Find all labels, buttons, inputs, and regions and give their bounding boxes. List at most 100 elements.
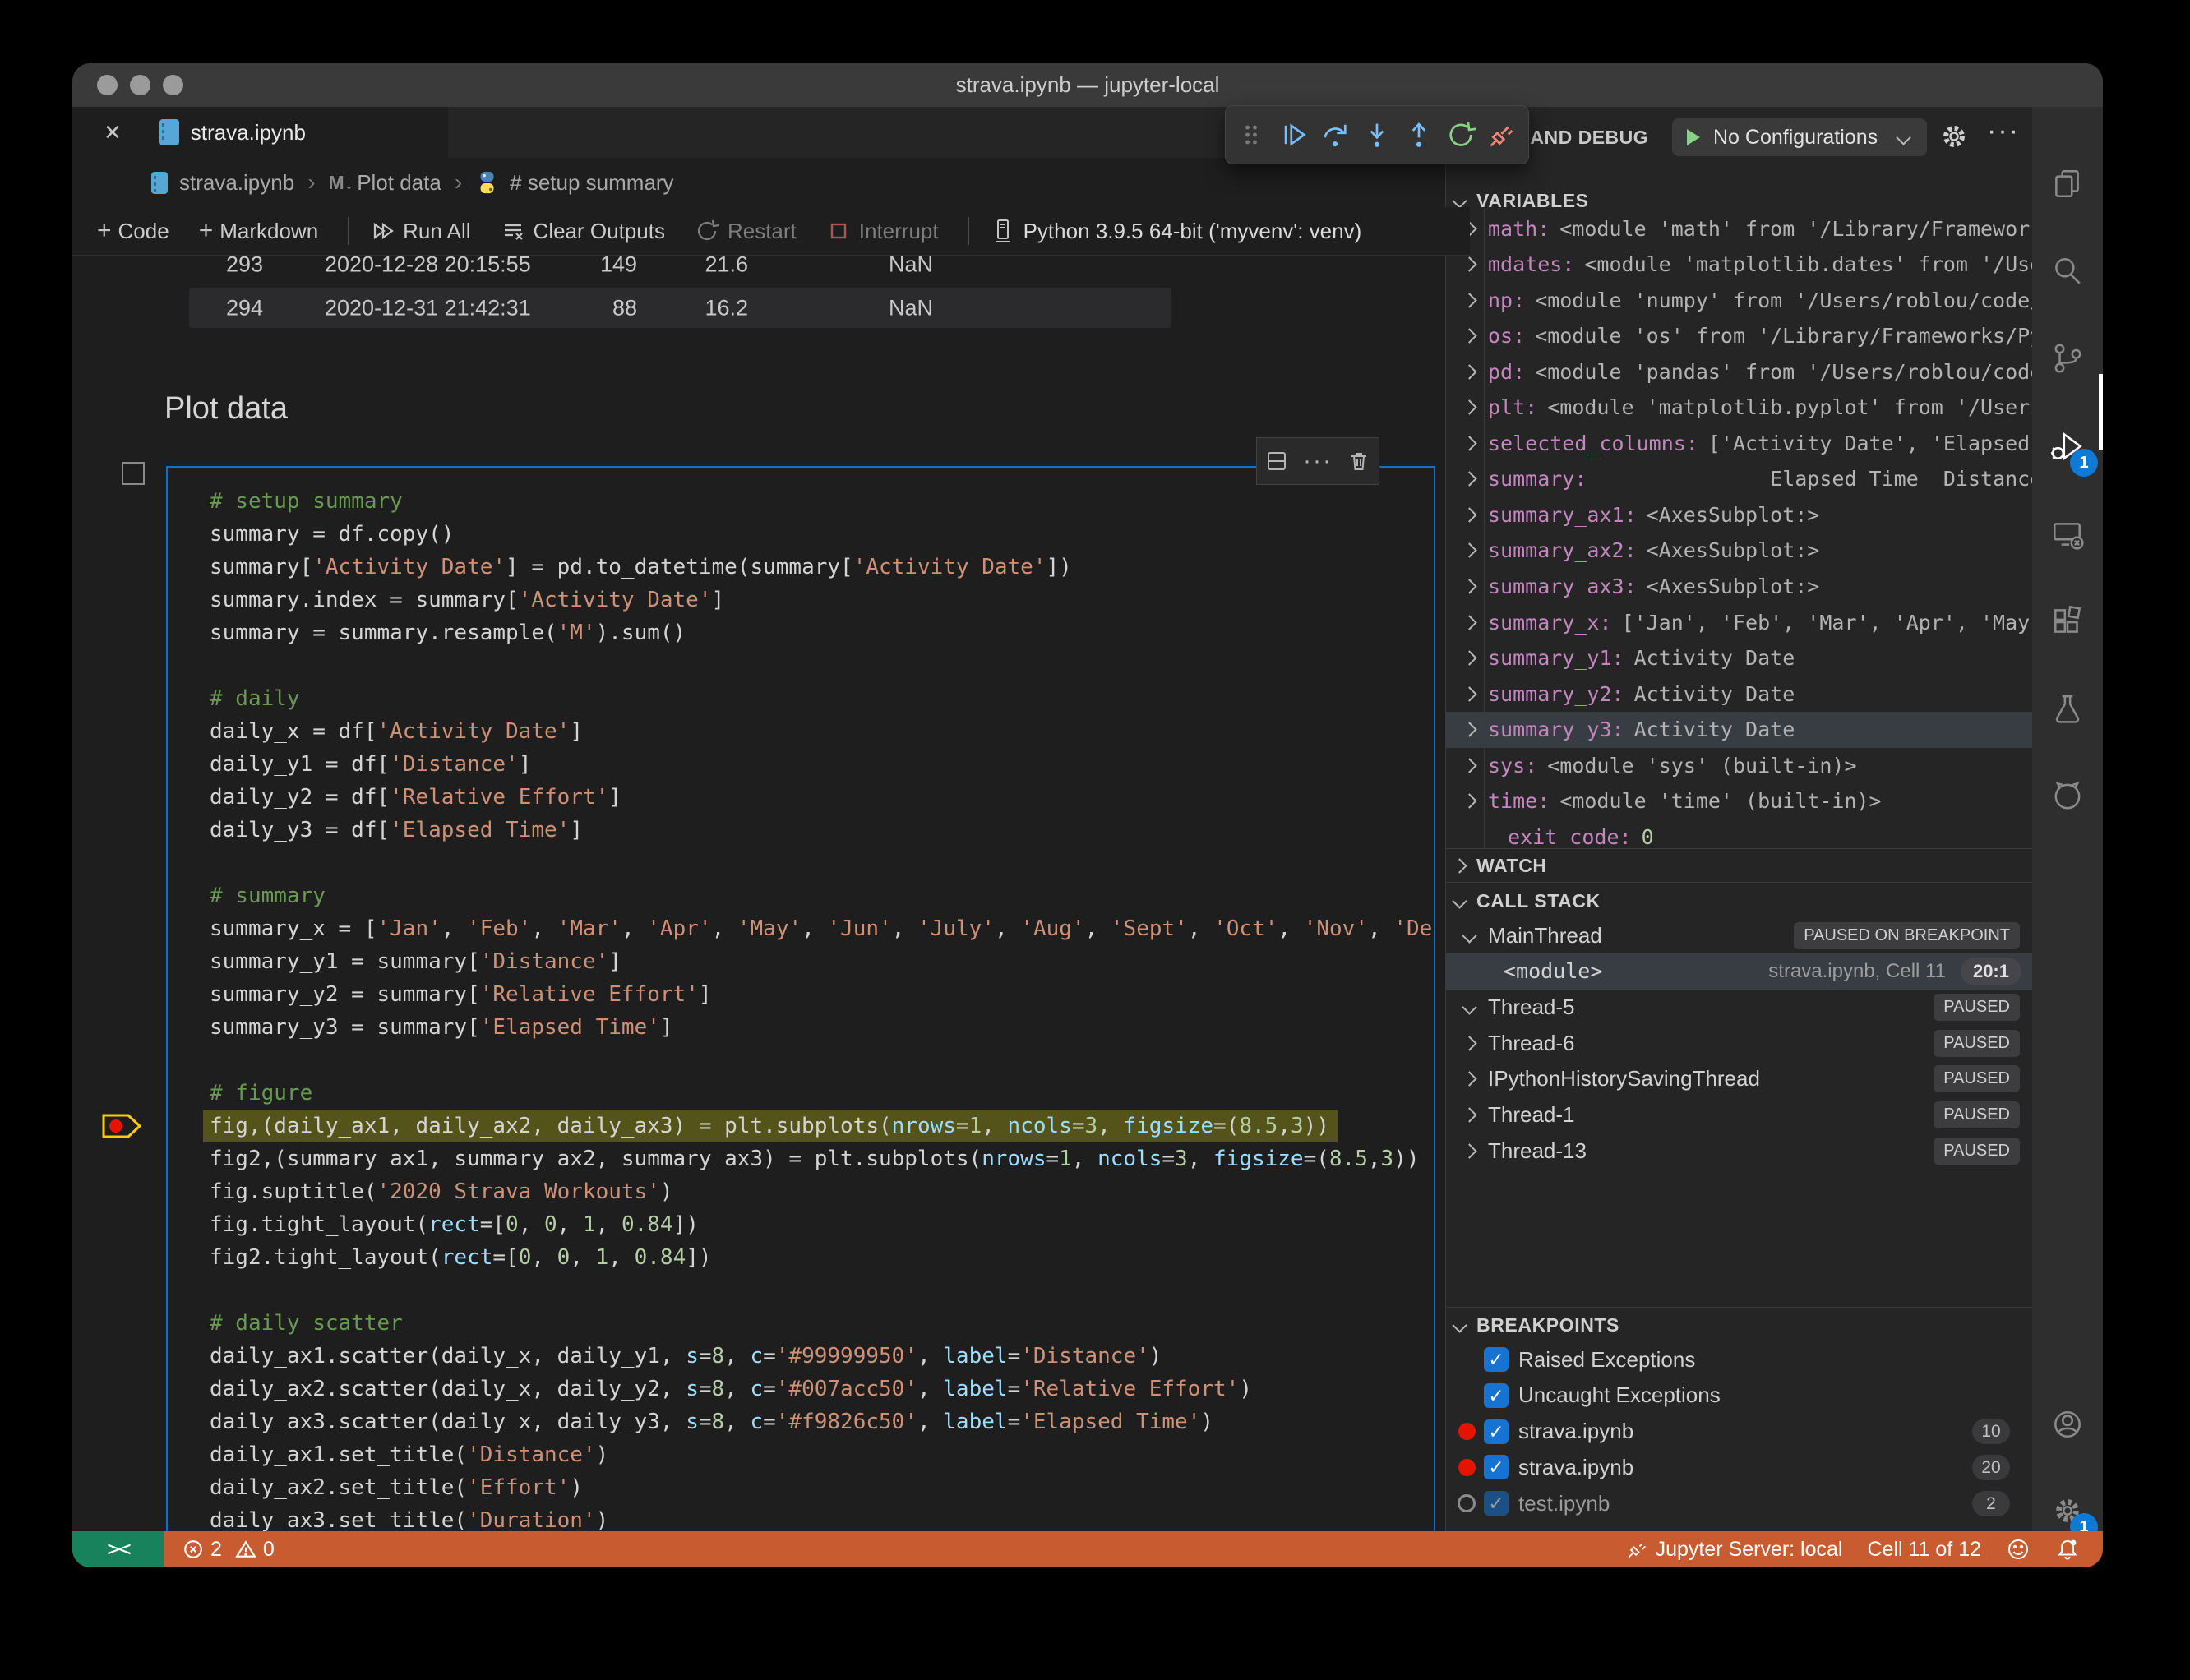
variable-row[interactable]: summary_y2: Activity Date (1446, 676, 2033, 712)
step-over-button[interactable] (1317, 112, 1353, 158)
activity-icon-github[interactable] (2032, 760, 2103, 831)
variable-row[interactable]: summary_y1: Activity Date (1446, 640, 2033, 676)
code-line[interactable]: fig2.tight_layout(rect=[0, 0, 1, 0.84]) (168, 1241, 1432, 1274)
variable-row[interactable]: os: <module 'os' from '/Library/Framework… (1446, 318, 2033, 354)
add-markdown-cell-button[interactable]: + Markdown (199, 217, 318, 245)
variable-row[interactable]: summary_ax2: <AxesSubplot:> (1446, 533, 2033, 569)
variable-row[interactable]: math: <module 'math' from '/Library/Frame… (1446, 210, 2033, 247)
activity-icon-remote-explorer[interactable] (2032, 499, 2103, 570)
restart-button[interactable] (1443, 112, 1479, 158)
run-all-button[interactable]: Run All (370, 219, 471, 244)
code-line[interactable]: daily_ax3.scatter(daily_x, daily_y3, s=8… (168, 1405, 1432, 1438)
code-line[interactable]: summary['Activity Date'] = pd.to_datetim… (168, 551, 1432, 584)
code-line[interactable] (168, 847, 1432, 879)
callstack-thread-row[interactable]: Thread-13 PAUSED (1446, 1133, 2033, 1169)
breakpoint-row[interactable]: ✓ strava.ipynb 10 (1446, 1414, 2033, 1450)
code-editor[interactable]: # setup summary summary = df.copy() summar… (168, 485, 1432, 1531)
activity-icon-account[interactable] (2032, 1389, 2103, 1460)
activity-icon-search[interactable] (2032, 236, 2103, 307)
code-line[interactable] (168, 1274, 1432, 1307)
clear-outputs-button[interactable]: Clear Outputs (501, 219, 665, 244)
code-line[interactable]: # summary (168, 879, 1432, 912)
activity-icon-testing[interactable] (2032, 674, 2103, 745)
code-line[interactable]: fig2,(summary_ax1, summary_ax2, summary_… (168, 1142, 1432, 1175)
code-line[interactable]: fig.suptitle('2020 Strava Workouts') (168, 1175, 1432, 1208)
breakpoint-row[interactable]: ✓ strava.ipynb 20 (1446, 1449, 2033, 1485)
code-line[interactable]: summary_y3 = summary['Elapsed Time'] (168, 1011, 1432, 1044)
cell-indicator[interactable]: Cell 11 of 12 (1867, 1538, 1981, 1562)
disconnect-button[interactable] (1484, 112, 1520, 158)
breakpoint-paused-icon[interactable] (100, 1111, 151, 1141)
gear-icon[interactable] (1938, 120, 1971, 153)
code-line[interactable]: daily_y2 = df['Relative Effort'] (168, 781, 1432, 814)
feedback-button[interactable] (2006, 1537, 2031, 1562)
code-line[interactable]: # figure (168, 1077, 1432, 1110)
breakpoint-checkbox[interactable]: ✓ (1484, 1491, 1509, 1516)
debug-config-dropdown[interactable]: No Configurations (1672, 118, 1927, 156)
breakpoint-row[interactable]: ✓ Uncaught Exceptions (1446, 1378, 2033, 1414)
variable-row[interactable]: plt: <module 'matplotlib.pyplot' from '/U… (1446, 390, 2033, 426)
code-line[interactable]: summary_y1 = summary['Distance'] (168, 945, 1432, 978)
code-line[interactable]: # daily scatter (168, 1307, 1432, 1340)
code-line[interactable]: summary_y2 = summary['Relative Effort'] (168, 978, 1432, 1011)
callstack-frame-row[interactable]: <module> strava.ipynb, Cell 11 20:1 (1446, 953, 2033, 990)
code-line[interactable]: fig,(daily_ax1, daily_ax2, daily_ax3) = … (168, 1110, 1432, 1142)
kernel-picker[interactable]: Python 3.9.5 64-bit ('myvenv': venv) (991, 218, 1361, 244)
code-line[interactable] (168, 649, 1432, 682)
breadcrumb-section[interactable]: Plot data (357, 170, 441, 196)
problems-status[interactable]: 2 0 (182, 1538, 275, 1562)
cell-selection-handle[interactable] (122, 462, 145, 485)
step-out-button[interactable] (1401, 112, 1437, 158)
callstack-thread-row[interactable]: Thread-1 PAUSED (1446, 1097, 2033, 1133)
delete-cell-button[interactable] (1347, 449, 1371, 473)
code-line[interactable]: # setup summary (168, 485, 1432, 518)
code-line[interactable]: summary_x = ['Jan', 'Feb', 'Mar', 'Apr',… (168, 912, 1432, 945)
code-line[interactable]: summary = df.copy() (168, 518, 1432, 551)
section-call-stack[interactable]: CALL STACK (1446, 887, 2033, 915)
breakpoint-checkbox[interactable]: ✓ (1484, 1419, 1509, 1444)
interrupt-kernel-button[interactable]: Interrupt (826, 219, 939, 244)
code-line[interactable]: daily_x = df['Activity Date'] (168, 715, 1432, 748)
add-code-cell-button[interactable]: + Code (97, 217, 169, 245)
code-line[interactable]: daily_ax1.scatter(daily_x, daily_y1, s=8… (168, 1340, 1432, 1373)
breakpoint-checkbox[interactable]: ✓ (1484, 1347, 1509, 1372)
section-watch[interactable]: WATCH (1446, 852, 2033, 879)
code-line[interactable] (168, 1044, 1432, 1077)
code-line[interactable]: daily_ax1.set_title('Distance') (168, 1438, 1432, 1471)
activity-icon-source-control[interactable] (2032, 323, 2103, 394)
variable-row[interactable]: pd: <module 'pandas' from '/Users/roblou/… (1446, 353, 2033, 390)
variable-row[interactable]: summary_ax1: <AxesSubplot:> (1446, 496, 2033, 533)
variable-row[interactable]: _exit_code: 0 (1446, 819, 2033, 848)
code-line[interactable]: daily_ax2.scatter(daily_x, daily_y2, s=8… (168, 1373, 1432, 1405)
code-line[interactable]: daily_ax3.set_title('Duration') (168, 1504, 1432, 1531)
more-actions-button[interactable]: ··· (1303, 447, 1333, 475)
breadcrumb-file[interactable]: strava.ipynb (179, 170, 294, 196)
tab-close-icon[interactable]: ✕ (104, 120, 122, 145)
activity-icon-extensions[interactable] (2032, 586, 2103, 657)
callstack-thread-row[interactable]: MainThread PAUSED ON BREAKPOINT (1446, 917, 2033, 953)
variable-row[interactable]: summary: Elapsed Time Distance… (1446, 461, 2033, 497)
variable-row[interactable]: selected_columns: ['Activity Date', 'Elap… (1446, 425, 2033, 461)
breadcrumb-cell[interactable]: # setup summary (510, 170, 673, 196)
code-line[interactable]: daily_y1 = df['Distance'] (168, 748, 1432, 781)
variable-row[interactable]: np: <module 'numpy' from '/Users/roblou/c… (1446, 282, 2033, 318)
code-line[interactable]: summary = summary.resample('M').sum() (168, 616, 1432, 649)
continue-button[interactable] (1275, 112, 1311, 158)
breakpoint-row[interactable]: ✓ Raised Exceptions (1446, 1341, 2033, 1378)
variable-row[interactable]: time: <module 'time' (built-in)> (1446, 783, 2033, 819)
code-line[interactable]: fig.tight_layout(rect=[0, 0, 1, 0.84]) (168, 1208, 1432, 1241)
variable-row[interactable]: summary_y3: Activity Date (1446, 711, 2033, 748)
variable-row[interactable]: sys: <module 'sys' (built-in)> (1446, 747, 2033, 783)
variable-row[interactable]: mdates: <module 'matplotlib.dates' from '… (1446, 247, 2033, 283)
code-line[interactable]: summary.index = summary['Activity Date'] (168, 584, 1432, 616)
jupyter-server-status[interactable]: Jupyter Server: local (1626, 1538, 1842, 1562)
section-breakpoints[interactable]: BREAKPOINTS (1446, 1311, 2033, 1339)
remote-indicator[interactable]: >< (72, 1531, 164, 1567)
code-line[interactable]: daily_y3 = df['Elapsed Time'] (168, 814, 1432, 847)
callstack-thread-row[interactable]: Thread-5 PAUSED (1446, 989, 2033, 1025)
activity-icon-explorer[interactable] (2032, 148, 2103, 219)
tab-strava-ipynb[interactable]: ✕ strava.ipynb (72, 107, 448, 158)
callstack-thread-row[interactable]: IPythonHistorySavingThread PAUSED (1446, 1061, 2033, 1097)
breakpoint-checkbox[interactable]: ✓ (1484, 1382, 1509, 1408)
code-line[interactable]: # daily (168, 682, 1432, 715)
